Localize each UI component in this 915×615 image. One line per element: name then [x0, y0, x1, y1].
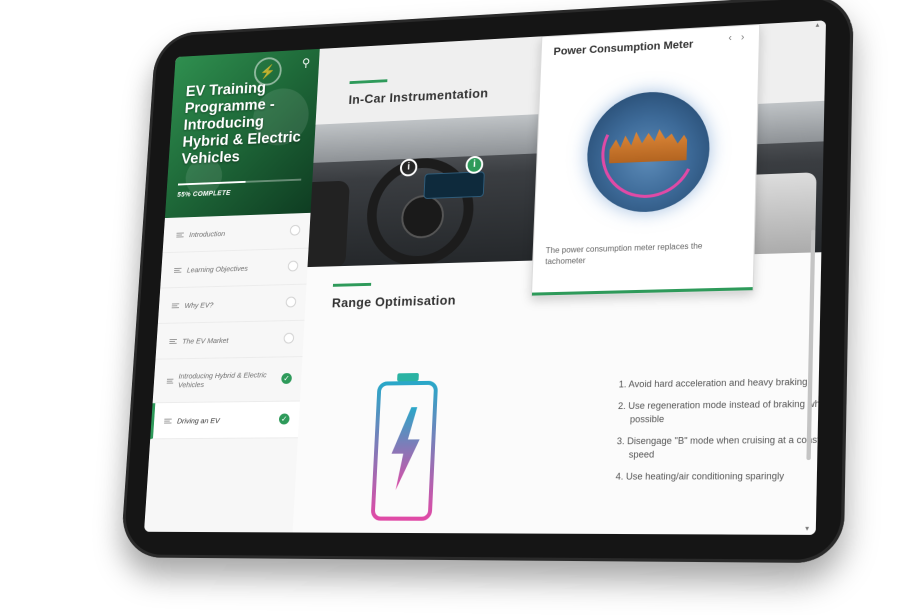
- lesson-lines-icon: [164, 418, 172, 424]
- range-tip: 1. Avoid hard acceleration and heavy bra…: [618, 376, 808, 390]
- course-progress-label: 55% COMPLETE: [177, 190, 231, 199]
- lesson-list: Introduction Learning Objectives Why EV?: [150, 212, 311, 440]
- popup-next-icon[interactable]: ›: [741, 32, 745, 43]
- popup-title: Power Consumption Meter: [553, 38, 694, 58]
- lesson-label: Learning Objectives: [186, 263, 249, 274]
- lesson-label: The EV Market: [182, 335, 229, 346]
- instrument-cluster: [423, 171, 485, 200]
- section-title-range: Range Optimisation: [331, 292, 457, 311]
- lesson-item-introducing-hybrid[interactable]: Introducing Hybrid & Electric Vehicles ✓: [152, 357, 303, 404]
- range-tip: 3. Disengage "B" mode when cruising at a…: [616, 434, 826, 460]
- scroll-down-icon[interactable]: ▼: [803, 526, 812, 532]
- lesson-status-complete-icon: ✓: [278, 413, 290, 425]
- power-meter-arc: [589, 91, 708, 212]
- section-title-instrumentation: In-Car Instrumentation: [348, 85, 489, 107]
- lesson-item-ev-market[interactable]: The EV Market: [155, 320, 305, 360]
- popup-prev-icon[interactable]: ‹: [728, 33, 732, 44]
- lesson-item-learning-objectives[interactable]: Learning Objectives: [160, 248, 309, 289]
- lesson-label: Introduction: [188, 228, 226, 239]
- popup-accent-bar: [531, 287, 753, 296]
- section-accent-line: [349, 79, 388, 85]
- lesson-item-introduction[interactable]: Introduction: [162, 212, 311, 254]
- info-popup: Power Consumption Meter ‹ › The power co…: [530, 24, 761, 297]
- lesson-lines-icon: [169, 338, 177, 344]
- lesson-label: Introducing Hybrid & Electric Vehicles: [177, 370, 267, 390]
- tablet-device: ⚡ ⚲ EV Training Programme - Introducing …: [120, 0, 854, 564]
- section-accent-line: [332, 282, 372, 287]
- app-screen: ⚡ ⚲ EV Training Programme - Introducing …: [144, 20, 826, 535]
- car-seat-left: [307, 180, 350, 268]
- lesson-item-driving-an-ev[interactable]: Driving an EV ✓: [150, 401, 300, 440]
- scroll-up-icon[interactable]: ▲: [813, 23, 822, 29]
- range-tip: 2. Use regeneration mode instead of brak…: [617, 398, 826, 425]
- range-tips-list: 1. Avoid hard acceleration and heavy bra…: [611, 375, 826, 492]
- lesson-status-complete-icon: ✓: [281, 372, 293, 384]
- lesson-status-incomplete-icon: [289, 224, 301, 236]
- lesson-label: Driving an EV: [176, 415, 220, 425]
- lesson-item-why-ev[interactable]: Why EV?: [157, 284, 307, 324]
- lesson-lines-icon: [166, 378, 174, 384]
- tablet-frame-wrapper: ⚡ ⚲ EV Training Programme - Introducing …: [0, 0, 915, 615]
- lesson-status-incomplete-icon: [287, 260, 299, 272]
- course-sidebar: ⚡ ⚲ EV Training Programme - Introducing …: [144, 48, 321, 533]
- battery-charging-icon: [367, 373, 443, 523]
- lesson-status-incomplete-icon: [285, 296, 297, 308]
- power-meter-image: [585, 89, 712, 214]
- lesson-lines-icon: [171, 302, 180, 308]
- lesson-status-incomplete-icon: [283, 332, 295, 344]
- popup-caption: The power consumption meter replaces the…: [545, 241, 703, 267]
- course-title: EV Training Programme - Introducing Hybr…: [180, 79, 302, 168]
- popup-navigation: ‹ ›: [722, 32, 744, 44]
- lesson-lines-icon: [176, 232, 184, 238]
- range-tip: 4. Use heating/air conditioning sparingl…: [615, 470, 785, 482]
- lesson-lines-icon: [174, 267, 182, 273]
- lesson-content: In-Car Instrumentation i i Range Optimis…: [292, 20, 826, 535]
- lesson-label: Why EV?: [184, 300, 214, 310]
- course-hero-banner: ⚡ ⚲ EV Training Programme - Introducing …: [164, 48, 320, 219]
- search-icon[interactable]: ⚲: [298, 55, 314, 71]
